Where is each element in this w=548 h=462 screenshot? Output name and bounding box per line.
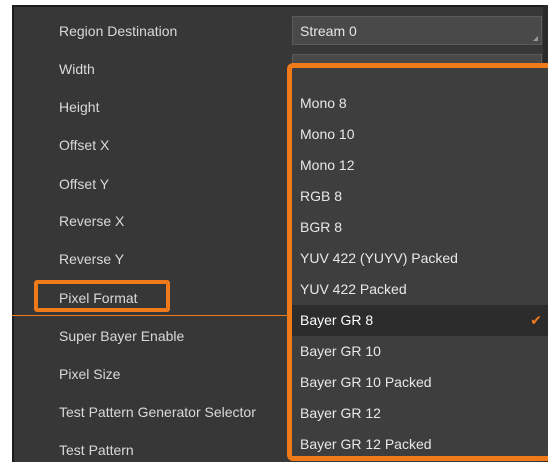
option-bayer-gr-10[interactable]: Bayer GR 10 xyxy=(292,336,548,367)
label-reverse-x: Reverse X xyxy=(59,213,125,229)
label-region-destination: Region Destination xyxy=(59,23,178,39)
option-bayer-gr-12-packed[interactable]: Bayer GR 12 Packed xyxy=(292,429,548,460)
label-pixel-size: Pixel Size xyxy=(59,366,121,382)
region-destination-field[interactable]: Stream 0 xyxy=(292,16,542,45)
option-bayer-gr-10-packed[interactable]: Bayer GR 10 Packed xyxy=(292,367,548,398)
panel-left-border xyxy=(12,5,14,462)
panel-top-border xyxy=(12,5,548,7)
option-mono-8[interactable]: Mono 8 xyxy=(292,88,548,119)
label-test-pattern: Test Pattern xyxy=(59,442,134,458)
checkmark-icon: ✔ xyxy=(530,312,542,328)
label-super-bayer-enable: Super Bayer Enable xyxy=(59,328,185,344)
selected-row-divider xyxy=(12,315,292,316)
label-height: Height xyxy=(59,99,100,115)
label-offset-y: Offset Y xyxy=(59,176,110,192)
label-width: Width xyxy=(59,61,95,77)
pixel-format-highlight xyxy=(34,280,170,312)
option-mono-10[interactable]: Mono 10 xyxy=(292,119,548,150)
label-offset-x: Offset X xyxy=(59,137,110,153)
option-mono-12[interactable]: Mono 12 xyxy=(292,150,548,181)
label-reverse-y: Reverse Y xyxy=(59,251,125,267)
option-yuv-422-packed[interactable]: YUV 422 Packed xyxy=(292,274,548,305)
option-bayer-gr-12[interactable]: Bayer GR 12 xyxy=(292,398,548,429)
option-yuv-422-yuyv-packed[interactable]: YUV 422 (YUYV) Packed xyxy=(292,243,548,274)
resize-grip-icon xyxy=(533,36,538,41)
pixel-format-dropdown[interactable]: Mono 8 Mono 10 Mono 12 RGB 8 BGR 8 YUV 4… xyxy=(287,63,548,461)
option-bgr-8[interactable]: BGR 8 xyxy=(292,212,548,243)
label-test-pattern-generator-selector: Test Pattern Generator Selector xyxy=(59,404,256,420)
option-bayer-gr-8[interactable]: Bayer GR 8 ✔ xyxy=(292,305,548,336)
property-panel: Region Destination Width Height Offset X… xyxy=(12,5,548,462)
region-destination-value: Stream 0 xyxy=(300,23,357,39)
option-rgb-8[interactable]: RGB 8 xyxy=(292,181,548,212)
